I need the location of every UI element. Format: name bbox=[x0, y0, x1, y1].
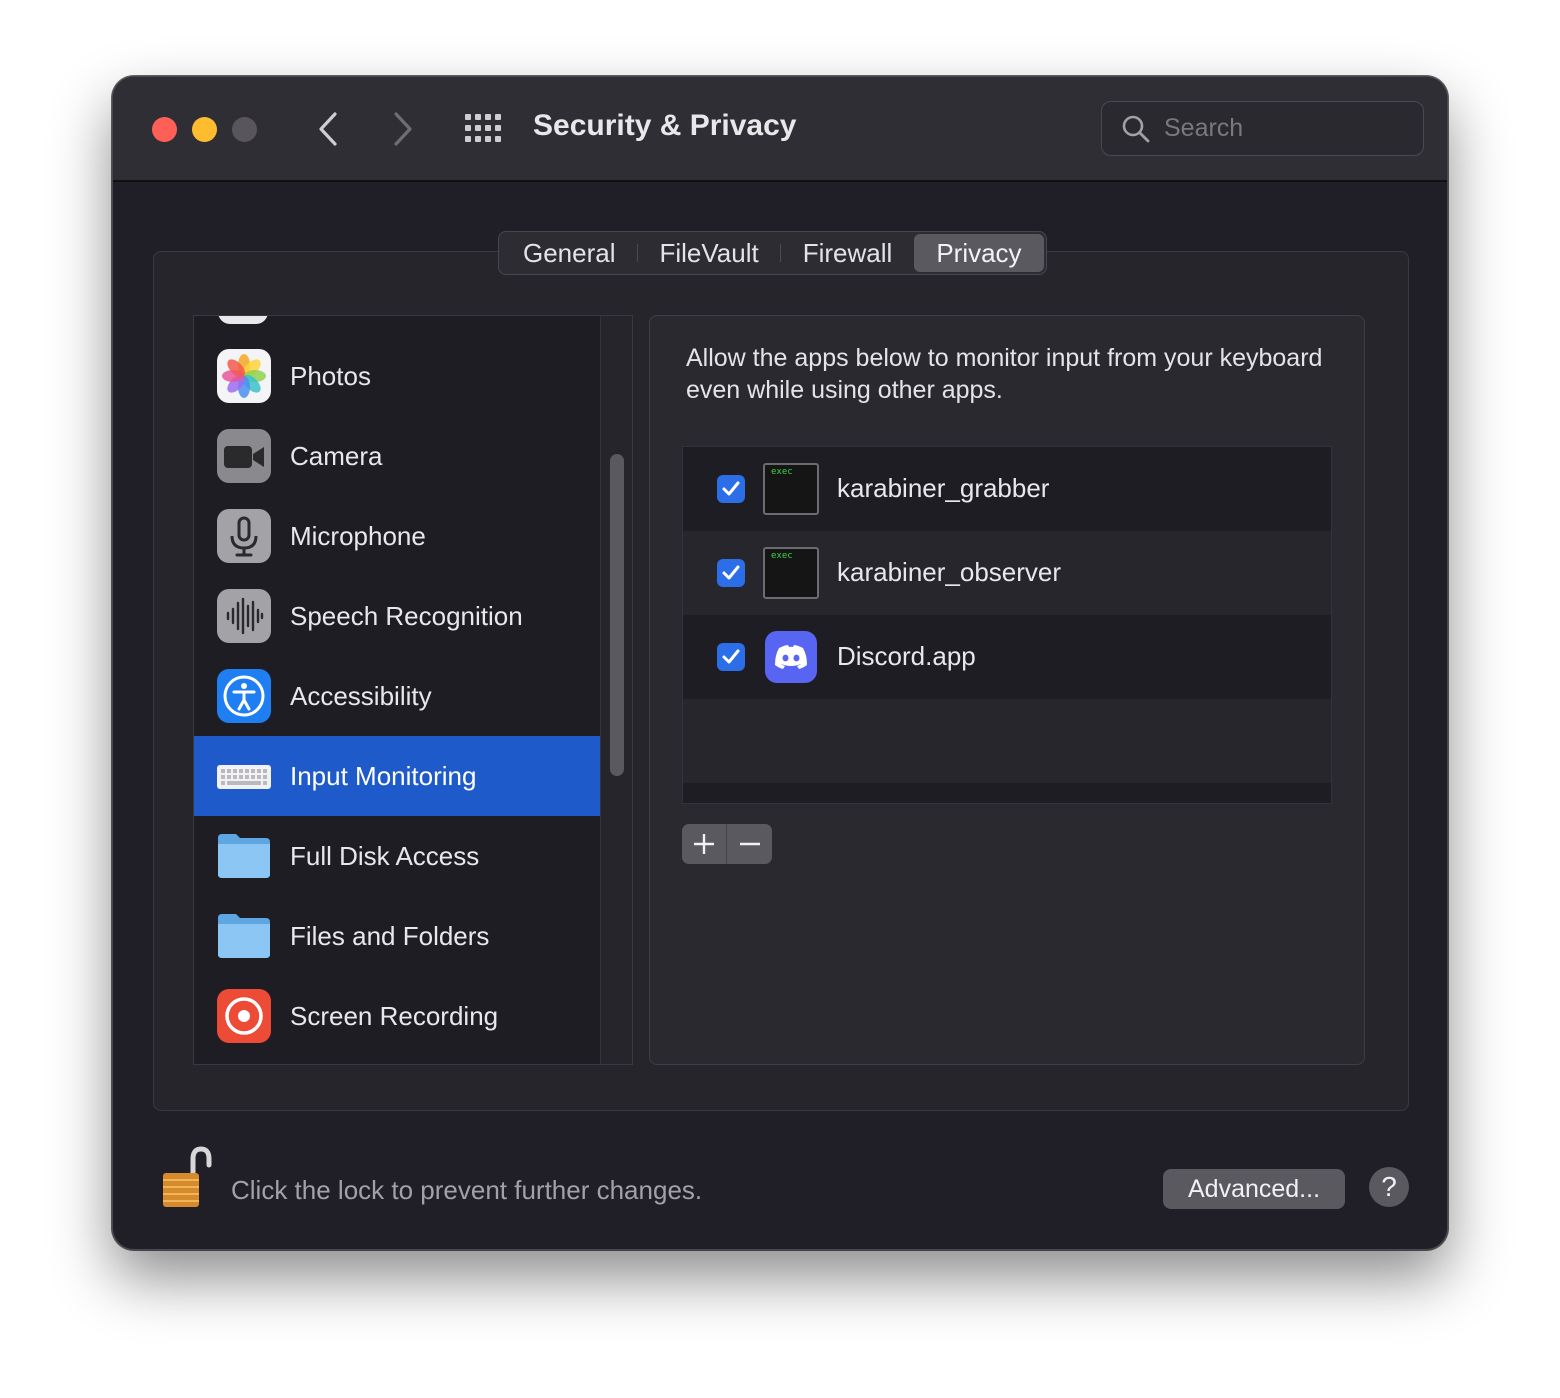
tab-general[interactable]: General bbox=[501, 234, 638, 272]
tab-privacy[interactable]: Privacy bbox=[914, 234, 1044, 272]
forward-button[interactable] bbox=[383, 107, 423, 151]
lock-message: Click the lock to prevent further change… bbox=[231, 1175, 703, 1205]
minimize-button[interactable] bbox=[192, 117, 217, 142]
discord-icon bbox=[765, 631, 817, 683]
advanced-button[interactable]: Advanced... bbox=[1163, 1169, 1345, 1209]
microphone-icon bbox=[217, 509, 271, 563]
help-button[interactable]: ? bbox=[1369, 1167, 1409, 1207]
sidebar-item-screen-recording[interactable]: Screen Recording bbox=[194, 976, 600, 1056]
search-icon bbox=[1122, 115, 1150, 142]
keyboard-icon bbox=[217, 765, 271, 789]
sidebar-scrollbar[interactable] bbox=[600, 316, 632, 1064]
table-row[interactable]: exec karabiner_observer bbox=[683, 531, 1331, 615]
sidebar-item-speech-recognition[interactable]: Speech Recognition bbox=[194, 576, 600, 656]
photos-icon bbox=[217, 349, 271, 403]
add-remove-buttons bbox=[682, 824, 772, 864]
add-app-button[interactable] bbox=[682, 824, 727, 864]
sidebar-item-label: Photos bbox=[290, 360, 371, 391]
app-checkbox[interactable] bbox=[717, 643, 745, 671]
title-bar: Security & Privacy bbox=[113, 77, 1447, 182]
minus-icon bbox=[739, 842, 760, 846]
table-row[interactable]: exec karabiner_grabber bbox=[683, 447, 1331, 531]
sidebar-item-input-monitoring[interactable]: Input Monitoring bbox=[194, 736, 600, 816]
app-name: karabiner_grabber bbox=[837, 473, 1050, 503]
plus-icon bbox=[694, 834, 714, 854]
folder-icon bbox=[218, 914, 270, 958]
app-checkbox[interactable] bbox=[717, 559, 745, 587]
sidebar-item-microphone[interactable]: Microphone bbox=[194, 496, 600, 576]
screen-recording-icon bbox=[217, 989, 271, 1043]
preferences-window: Security & Privacy General FileVault Fir… bbox=[112, 76, 1448, 1250]
chevron-right-icon bbox=[394, 112, 412, 146]
tab-firewall[interactable]: Firewall bbox=[781, 234, 915, 272]
close-button[interactable] bbox=[152, 117, 177, 142]
app-checkbox[interactable] bbox=[717, 475, 745, 503]
panel-description: Allow the apps below to monitor input fr… bbox=[686, 344, 1323, 404]
back-button[interactable] bbox=[308, 107, 348, 151]
sidebar-item-files-and-folders[interactable]: Files and Folders bbox=[194, 896, 600, 976]
remove-app-button[interactable] bbox=[727, 824, 772, 864]
lock-button[interactable] bbox=[159, 1145, 219, 1213]
sidebar-item-accessibility[interactable]: Accessibility bbox=[194, 656, 600, 736]
chevron-left-icon bbox=[319, 112, 337, 146]
app-name: Discord.app bbox=[837, 641, 976, 671]
sidebar-item-label: Full Disk Access bbox=[290, 840, 480, 871]
checkmark-icon bbox=[722, 565, 740, 580]
sidebar-item-label: Speech Recognition bbox=[290, 600, 523, 631]
sidebar-item-full-disk-access[interactable]: Full Disk Access bbox=[194, 816, 600, 896]
exec-icon: exec bbox=[763, 547, 819, 599]
camera-icon bbox=[217, 429, 271, 483]
empty-row bbox=[683, 699, 1331, 783]
tab-filevault[interactable]: FileVault bbox=[638, 234, 781, 272]
show-all-button[interactable] bbox=[465, 114, 503, 144]
checkmark-icon bbox=[722, 649, 740, 664]
folder-icon bbox=[218, 834, 270, 878]
sidebar-item-label: Accessibility bbox=[290, 680, 432, 711]
app-name: karabiner_observer bbox=[837, 557, 1062, 587]
tab-bar: General FileVault Firewall Privacy bbox=[498, 231, 1047, 275]
sidebar-item-label: Screen Recording bbox=[290, 1000, 499, 1031]
exec-icon: exec bbox=[763, 463, 819, 515]
app-list: exec karabiner_grabber exec karabiner_ob… bbox=[682, 446, 1332, 804]
search-input[interactable] bbox=[1164, 114, 1404, 143]
grid-icon bbox=[465, 114, 501, 142]
waveform-icon bbox=[217, 589, 271, 643]
sidebar-item-label: Input Monitoring bbox=[290, 760, 477, 791]
accessibility-icon bbox=[217, 669, 271, 723]
sidebar-item-camera[interactable]: Camera bbox=[194, 416, 600, 496]
sidebar-item-photos[interactable]: Photos bbox=[194, 336, 600, 416]
sidebar-item-label: Microphone bbox=[290, 520, 426, 551]
window-title: Security & Privacy bbox=[533, 109, 797, 142]
scrollbar-thumb[interactable] bbox=[610, 454, 624, 776]
zoom-button[interactable] bbox=[232, 117, 257, 142]
checkmark-icon bbox=[722, 481, 740, 496]
sidebar-item-label: Files and Folders bbox=[290, 920, 490, 951]
unlocked-padlock-icon bbox=[163, 1146, 212, 1207]
detail-panel: Allow the apps below to monitor input fr… bbox=[649, 315, 1365, 1065]
privacy-category-list[interactable]: Photos Camera Microphone Speech Recognit… bbox=[193, 315, 633, 1065]
sidebar-item-label: Camera bbox=[290, 440, 383, 471]
table-row[interactable]: Discord.app bbox=[683, 615, 1331, 699]
partial-item-icon bbox=[218, 316, 268, 324]
search-field[interactable] bbox=[1101, 101, 1424, 156]
